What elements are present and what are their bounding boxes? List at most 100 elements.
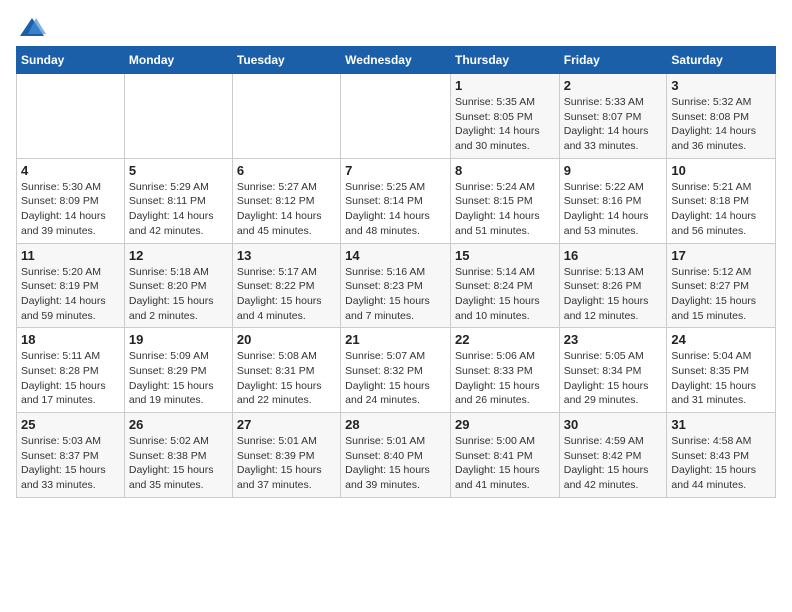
- day-number: 13: [237, 248, 336, 263]
- day-info: Sunrise: 5:25 AM Sunset: 8:14 PM Dayligh…: [345, 180, 446, 239]
- day-info: Sunrise: 5:30 AM Sunset: 8:09 PM Dayligh…: [21, 180, 120, 239]
- day-info: Sunrise: 5:01 AM Sunset: 8:39 PM Dayligh…: [237, 434, 336, 493]
- calendar-week-3: 11 Sunrise: 5:20 AM Sunset: 8:19 PM Dayli…: [17, 243, 776, 328]
- day-info: Sunrise: 5:06 AM Sunset: 8:33 PM Dayligh…: [455, 349, 555, 408]
- calendar-cell: 4 Sunrise: 5:30 AM Sunset: 8:09 PM Daylig…: [17, 158, 125, 243]
- calendar-cell: 26Sunrise: 5:02 AM Sunset: 8:38 PM Dayli…: [124, 413, 232, 498]
- day-info: Sunrise: 5:35 AM Sunset: 8:05 PM Dayligh…: [455, 95, 555, 154]
- day-number: 22: [455, 332, 555, 347]
- day-number: 6: [237, 163, 336, 178]
- calendar-cell: 13 Sunrise: 5:17 AM Sunset: 8:22 PM Dayli…: [232, 243, 340, 328]
- calendar-cell: 8 Sunrise: 5:24 AM Sunset: 8:15 PM Daylig…: [450, 158, 559, 243]
- day-number: 10: [671, 163, 771, 178]
- day-info: Sunrise: 5:02 AM Sunset: 8:38 PM Dayligh…: [129, 434, 228, 493]
- day-info: Sunrise: 5:04 AM Sunset: 8:35 PM Dayligh…: [671, 349, 771, 408]
- day-number: 11: [21, 248, 120, 263]
- day-number: 14: [345, 248, 446, 263]
- day-info: Sunrise: 5:33 AM Sunset: 8:07 PM Dayligh…: [564, 95, 663, 154]
- page-header: [16, 16, 776, 34]
- calendar-cell: 31Sunrise: 4:58 AM Sunset: 8:43 PM Dayli…: [667, 413, 776, 498]
- day-number: 30: [564, 417, 663, 432]
- calendar-table: SundayMondayTuesdayWednesdayThursdayFrid…: [16, 46, 776, 498]
- calendar-week-4: 18 Sunrise: 5:11 AM Sunset: 8:28 PM Dayli…: [17, 328, 776, 413]
- day-number: 7: [345, 163, 446, 178]
- day-info: Sunrise: 5:05 AM Sunset: 8:34 PM Dayligh…: [564, 349, 663, 408]
- calendar-cell: 28 Sunrise: 5:01 AM Sunset: 8:40 PM Dayli…: [341, 413, 451, 498]
- calendar-cell: 24 Sunrise: 5:04 AM Sunset: 8:35 PM Dayli…: [667, 328, 776, 413]
- day-number: 19: [129, 332, 228, 347]
- calendar-cell: 5Sunrise: 5:29 AM Sunset: 8:11 PM Daylig…: [124, 158, 232, 243]
- day-number: 16: [564, 248, 663, 263]
- day-info: Sunrise: 5:11 AM Sunset: 8:28 PM Dayligh…: [21, 349, 120, 408]
- calendar-cell: 18 Sunrise: 5:11 AM Sunset: 8:28 PM Dayli…: [17, 328, 125, 413]
- day-number: 4: [21, 163, 120, 178]
- calendar-cell: 11 Sunrise: 5:20 AM Sunset: 8:19 PM Dayli…: [17, 243, 125, 328]
- calendar-cell: 1Sunrise: 5:35 AM Sunset: 8:05 PM Daylig…: [450, 74, 559, 159]
- calendar-header: SundayMondayTuesdayWednesdayThursdayFrid…: [17, 47, 776, 74]
- header-day-saturday: Saturday: [667, 47, 776, 74]
- day-info: Sunrise: 5:03 AM Sunset: 8:37 PM Dayligh…: [21, 434, 120, 493]
- day-number: 23: [564, 332, 663, 347]
- day-info: Sunrise: 5:32 AM Sunset: 8:08 PM Dayligh…: [671, 95, 771, 154]
- header-day-tuesday: Tuesday: [232, 47, 340, 74]
- day-info: Sunrise: 5:20 AM Sunset: 8:19 PM Dayligh…: [21, 265, 120, 324]
- day-number: 17: [671, 248, 771, 263]
- day-info: Sunrise: 5:24 AM Sunset: 8:15 PM Dayligh…: [455, 180, 555, 239]
- day-number: 28: [345, 417, 446, 432]
- header-row: SundayMondayTuesdayWednesdayThursdayFrid…: [17, 47, 776, 74]
- day-info: Sunrise: 5:16 AM Sunset: 8:23 PM Dayligh…: [345, 265, 446, 324]
- calendar-week-5: 25 Sunrise: 5:03 AM Sunset: 8:37 PM Dayli…: [17, 413, 776, 498]
- day-info: Sunrise: 5:18 AM Sunset: 8:20 PM Dayligh…: [129, 265, 228, 324]
- day-info: Sunrise: 5:17 AM Sunset: 8:22 PM Dayligh…: [237, 265, 336, 324]
- day-number: 25: [21, 417, 120, 432]
- header-day-monday: Monday: [124, 47, 232, 74]
- day-info: Sunrise: 5:27 AM Sunset: 8:12 PM Dayligh…: [237, 180, 336, 239]
- calendar-cell: 12 Sunrise: 5:18 AM Sunset: 8:20 PM Dayli…: [124, 243, 232, 328]
- day-number: 20: [237, 332, 336, 347]
- day-number: 21: [345, 332, 446, 347]
- calendar-cell: 30 Sunrise: 4:59 AM Sunset: 8:42 PM Dayli…: [559, 413, 667, 498]
- calendar-cell: 25 Sunrise: 5:03 AM Sunset: 8:37 PM Dayli…: [17, 413, 125, 498]
- day-info: Sunrise: 5:12 AM Sunset: 8:27 PM Dayligh…: [671, 265, 771, 324]
- calendar-cell: 2 Sunrise: 5:33 AM Sunset: 8:07 PM Daylig…: [559, 74, 667, 159]
- day-info: Sunrise: 5:09 AM Sunset: 8:29 PM Dayligh…: [129, 349, 228, 408]
- calendar-body: 1Sunrise: 5:35 AM Sunset: 8:05 PM Daylig…: [17, 74, 776, 498]
- calendar-cell: 23 Sunrise: 5:05 AM Sunset: 8:34 PM Dayli…: [559, 328, 667, 413]
- calendar-cell: 17 Sunrise: 5:12 AM Sunset: 8:27 PM Dayli…: [667, 243, 776, 328]
- calendar-cell: [124, 74, 232, 159]
- day-info: Sunrise: 5:00 AM Sunset: 8:41 PM Dayligh…: [455, 434, 555, 493]
- calendar-cell: 3 Sunrise: 5:32 AM Sunset: 8:08 PM Daylig…: [667, 74, 776, 159]
- calendar-cell: 7 Sunrise: 5:25 AM Sunset: 8:14 PM Daylig…: [341, 158, 451, 243]
- day-number: 31: [671, 417, 771, 432]
- day-number: 8: [455, 163, 555, 178]
- calendar-cell: 20Sunrise: 5:08 AM Sunset: 8:31 PM Dayli…: [232, 328, 340, 413]
- day-number: 29: [455, 417, 555, 432]
- day-number: 2: [564, 78, 663, 93]
- calendar-cell: 27 Sunrise: 5:01 AM Sunset: 8:39 PM Dayli…: [232, 413, 340, 498]
- calendar-week-1: 1Sunrise: 5:35 AM Sunset: 8:05 PM Daylig…: [17, 74, 776, 159]
- calendar-cell: [17, 74, 125, 159]
- day-number: 9: [564, 163, 663, 178]
- day-info: Sunrise: 5:07 AM Sunset: 8:32 PM Dayligh…: [345, 349, 446, 408]
- calendar-cell: 21 Sunrise: 5:07 AM Sunset: 8:32 PM Dayli…: [341, 328, 451, 413]
- logo: [16, 16, 46, 34]
- day-number: 15: [455, 248, 555, 263]
- calendar-cell: 10 Sunrise: 5:21 AM Sunset: 8:18 PM Dayli…: [667, 158, 776, 243]
- day-number: 12: [129, 248, 228, 263]
- day-number: 3: [671, 78, 771, 93]
- logo-icon: [18, 16, 46, 38]
- day-info: Sunrise: 5:01 AM Sunset: 8:40 PM Dayligh…: [345, 434, 446, 493]
- calendar-cell: [341, 74, 451, 159]
- calendar-cell: [232, 74, 340, 159]
- header-day-sunday: Sunday: [17, 47, 125, 74]
- day-number: 18: [21, 332, 120, 347]
- calendar-cell: 15Sunrise: 5:14 AM Sunset: 8:24 PM Dayli…: [450, 243, 559, 328]
- day-number: 5: [129, 163, 228, 178]
- calendar-cell: 6 Sunrise: 5:27 AM Sunset: 8:12 PM Daylig…: [232, 158, 340, 243]
- day-info: Sunrise: 5:21 AM Sunset: 8:18 PM Dayligh…: [671, 180, 771, 239]
- day-number: 27: [237, 417, 336, 432]
- day-number: 24: [671, 332, 771, 347]
- calendar-cell: 14 Sunrise: 5:16 AM Sunset: 8:23 PM Dayli…: [341, 243, 451, 328]
- day-info: Sunrise: 4:59 AM Sunset: 8:42 PM Dayligh…: [564, 434, 663, 493]
- header-day-wednesday: Wednesday: [341, 47, 451, 74]
